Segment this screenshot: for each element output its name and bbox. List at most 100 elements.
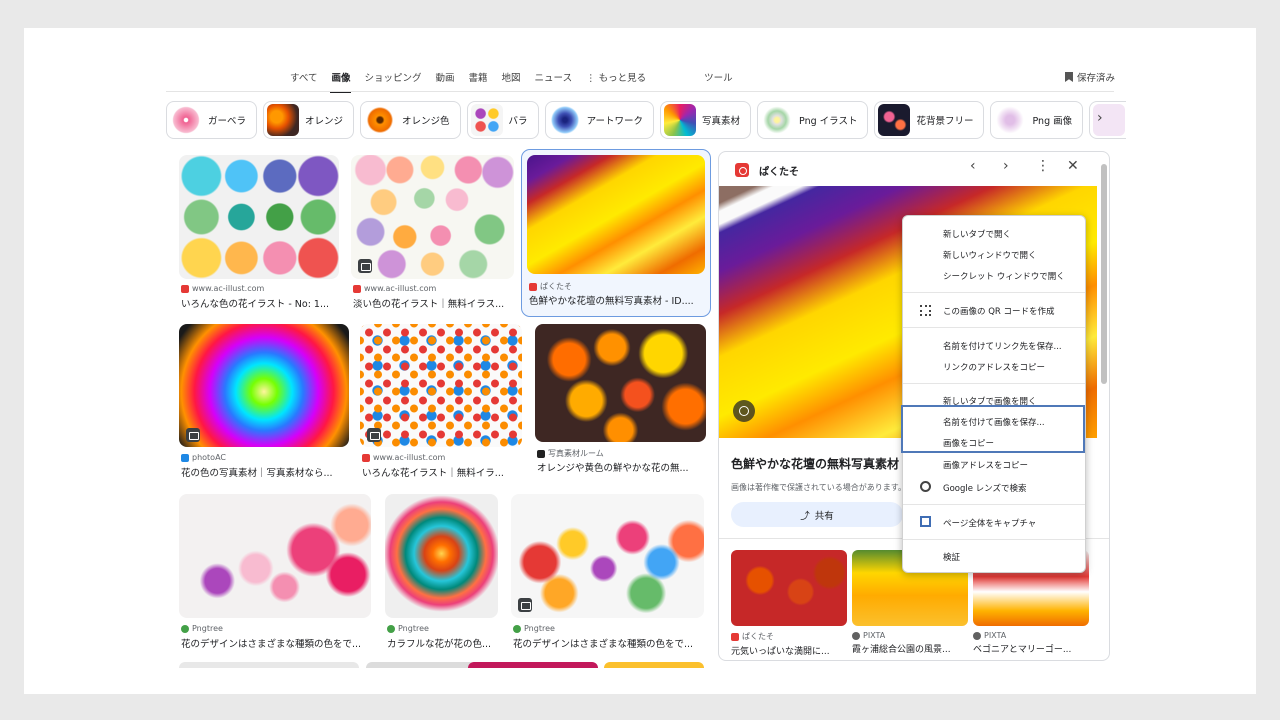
result-title[interactable]: オレンジや黄色の鮮やかな花の無...: [537, 460, 706, 474]
result-title[interactable]: いろんな花イラスト｜無料イラ...: [362, 465, 522, 479]
menu-open-new-tab[interactable]: 新しいタブで開く: [943, 228, 1011, 240]
tab-maps[interactable]: 地図: [502, 70, 521, 84]
bookmark-icon: [1064, 72, 1073, 82]
chip-thumbnail: [470, 104, 503, 136]
chip-photo-material[interactable]: 写真素材: [660, 101, 752, 139]
image-result-partial[interactable]: [604, 662, 704, 668]
image-badge-icon: [186, 428, 200, 442]
image-result[interactable]: Pngtree カラフルな花が花の色...: [385, 494, 498, 654]
result-title[interactable]: 淡い色の花イラスト｜無料イラス...: [353, 296, 514, 310]
chip-orange[interactable]: オレンジ: [263, 101, 355, 139]
result-title[interactable]: 色鮮やかな花壇の無料写真素材 - ID....: [529, 293, 705, 307]
result-source: Pngtree: [181, 624, 223, 633]
chip-partial[interactable]: [1089, 101, 1126, 139]
share-label: 共有: [814, 510, 834, 522]
menu-capture-full-page[interactable]: ページ全体をキャプチャ: [943, 517, 1036, 529]
chip-thumbnail: [761, 104, 794, 136]
image-result-partial[interactable]: [179, 662, 359, 668]
tab-images[interactable]: 画像: [330, 70, 352, 93]
chip-orange-color[interactable]: オレンジ色: [360, 101, 461, 139]
google-lens-icon: [920, 481, 931, 492]
image-result-partial[interactable]: [366, 662, 476, 668]
related-image[interactable]: ぱくたそ 元気いっぱいな満開に...: [731, 550, 847, 657]
image-badge-icon: [518, 598, 532, 612]
tab-all[interactable]: すべて: [290, 70, 317, 84]
pakutaso-icon: [731, 632, 739, 641]
chip-rose[interactable]: バラ: [466, 101, 539, 139]
image-result[interactable]: www.ac-illust.com 淡い色の花イラスト｜無料イラス...: [351, 155, 514, 310]
panel-site-name[interactable]: ぱくたそ: [759, 163, 799, 178]
qr-code-icon: [920, 305, 931, 316]
image-result[interactable]: Pngtree 花のデザインはさまざまな種類の色をで...: [179, 494, 371, 654]
image-result[interactable]: 写真素材ルーム オレンジや黄色の鮮やかな花の無...: [535, 324, 706, 479]
result-image: [385, 494, 498, 618]
menu-open-incognito[interactable]: シークレット ウィンドウで開く: [943, 270, 1065, 282]
panel-title[interactable]: 色鮮やかな花壇の無料写真素材: [731, 455, 899, 472]
result-source-label: Pngtree: [192, 624, 223, 633]
menu-inspect[interactable]: 検証: [943, 551, 960, 563]
related-source-label: PIXTA: [984, 631, 1007, 640]
pixta-icon: [973, 631, 981, 640]
chip-artwork[interactable]: アートワーク: [544, 101, 654, 139]
menu-create-qr[interactable]: この画像の QR コードを作成: [943, 305, 1055, 317]
share-button[interactable]: ⤴ 共有: [731, 502, 903, 527]
result-image: [179, 324, 349, 447]
lens-icon[interactable]: [733, 400, 755, 422]
tab-news[interactable]: ニュース: [535, 70, 573, 84]
context-menu: 新しいタブで開く 新しいウィンドウで開く シークレット ウィンドウで開く この画…: [902, 215, 1086, 573]
result-title[interactable]: 花のデザインはさまざまな種類の色をで...: [513, 636, 704, 650]
tab-books[interactable]: 書籍: [469, 70, 488, 84]
menu-divider: [903, 504, 1085, 505]
chevron-right-icon[interactable]: ›: [1097, 110, 1103, 126]
result-source: www.ac-illust.com: [353, 284, 436, 293]
pixta-icon: [852, 631, 860, 640]
scrollbar-thumb[interactable]: [1101, 164, 1107, 384]
result-title[interactable]: 花のデザインはさまざまな種類の色をで...: [181, 636, 371, 650]
saved-button[interactable]: 保存済み: [1064, 70, 1115, 84]
image-result-selected[interactable]: ぱくたそ 色鮮やかな花壇の無料写真素材 - ID....: [521, 149, 711, 317]
menu-copy-link-address[interactable]: リンクのアドレスをコピー: [943, 361, 1045, 373]
ac-illust-icon: [362, 453, 370, 462]
close-icon[interactable]: ✕: [1067, 158, 1079, 174]
chip-png-illust[interactable]: Png イラスト: [757, 101, 869, 139]
result-title[interactable]: いろんな色の花イラスト - No: 1...: [181, 296, 339, 310]
tab-more[interactable]: ⋮ もっと見る: [586, 70, 646, 84]
tools-button[interactable]: ツール: [704, 70, 733, 84]
menu-divider: [903, 383, 1085, 384]
site-logo-icon: [735, 163, 749, 177]
menu-open-new-window[interactable]: 新しいウィンドウで開く: [943, 249, 1037, 261]
chip-gerbera[interactable]: ガーベラ: [166, 101, 258, 139]
menu-search-google-lens[interactable]: Google レンズで検索: [943, 482, 1027, 494]
chip-flower-background[interactable]: 花背景フリー: [874, 101, 985, 139]
chip-label: バラ: [508, 116, 528, 127]
panel-scrollbar[interactable]: [1100, 156, 1108, 656]
result-title[interactable]: 花の色の写真素材｜写真素材なら...: [181, 465, 349, 479]
result-image: [179, 155, 339, 279]
more-vert-icon[interactable]: ⋮: [1036, 158, 1050, 174]
next-icon[interactable]: ›: [1003, 158, 1009, 174]
highlight-box: [901, 405, 1085, 453]
menu-save-link-as[interactable]: 名前を付けてリンク先を保存...: [943, 340, 1062, 352]
image-result[interactable]: www.ac-illust.com いろんな花イラスト｜無料イラ...: [360, 324, 522, 479]
result-source: photoAC: [181, 453, 226, 462]
chip-label: アートワーク: [586, 116, 643, 127]
image-result[interactable]: photoAC 花の色の写真素材｜写真素材なら...: [179, 324, 349, 479]
menu-copy-image-address[interactable]: 画像アドレスをコピー: [943, 459, 1028, 471]
previous-icon[interactable]: ‹: [970, 158, 976, 174]
chip-png-image[interactable]: Png 画像: [990, 101, 1084, 139]
related-source-label: ぱくたそ: [742, 632, 774, 641]
chip-label: ガーベラ: [208, 116, 247, 127]
image-result[interactable]: www.ac-illust.com いろんな色の花イラスト - No: 1...: [179, 155, 339, 310]
menu-divider: [903, 327, 1085, 328]
image-result[interactable]: Pngtree 花のデザインはさまざまな種類の色をで...: [511, 494, 704, 654]
image-result-partial[interactable]: [468, 662, 598, 668]
tab-videos[interactable]: 動画: [436, 70, 455, 84]
result-image: [360, 324, 522, 447]
result-title[interactable]: カラフルな花が花の色...: [387, 636, 498, 650]
chip-thumbnail: [170, 104, 202, 136]
saved-label: 保存済み: [1076, 73, 1115, 84]
result-source-label: www.ac-illust.com: [192, 284, 265, 293]
panel-header: ぱくたそ ‹ › ⋮ ✕: [719, 152, 1109, 186]
result-image: [535, 324, 706, 442]
tab-shopping[interactable]: ショッピング: [364, 70, 421, 84]
